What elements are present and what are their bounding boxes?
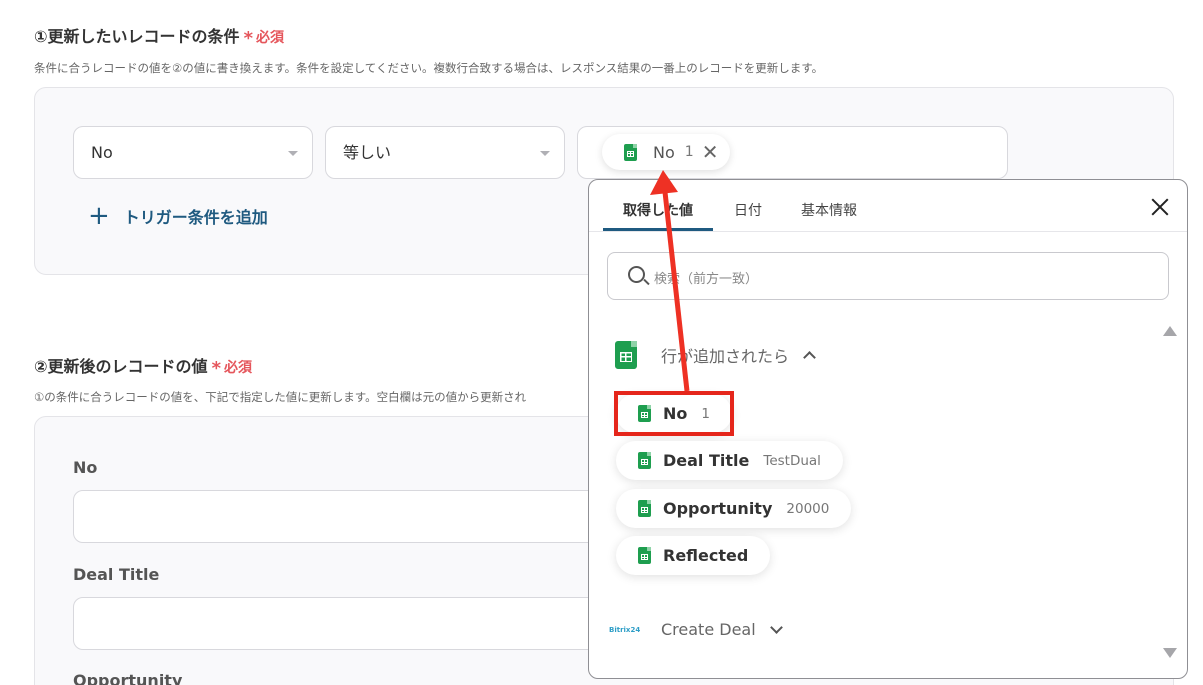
arrow-shaft <box>662 191 690 392</box>
annotation-arrow <box>650 170 690 392</box>
arrow-head <box>650 170 678 195</box>
